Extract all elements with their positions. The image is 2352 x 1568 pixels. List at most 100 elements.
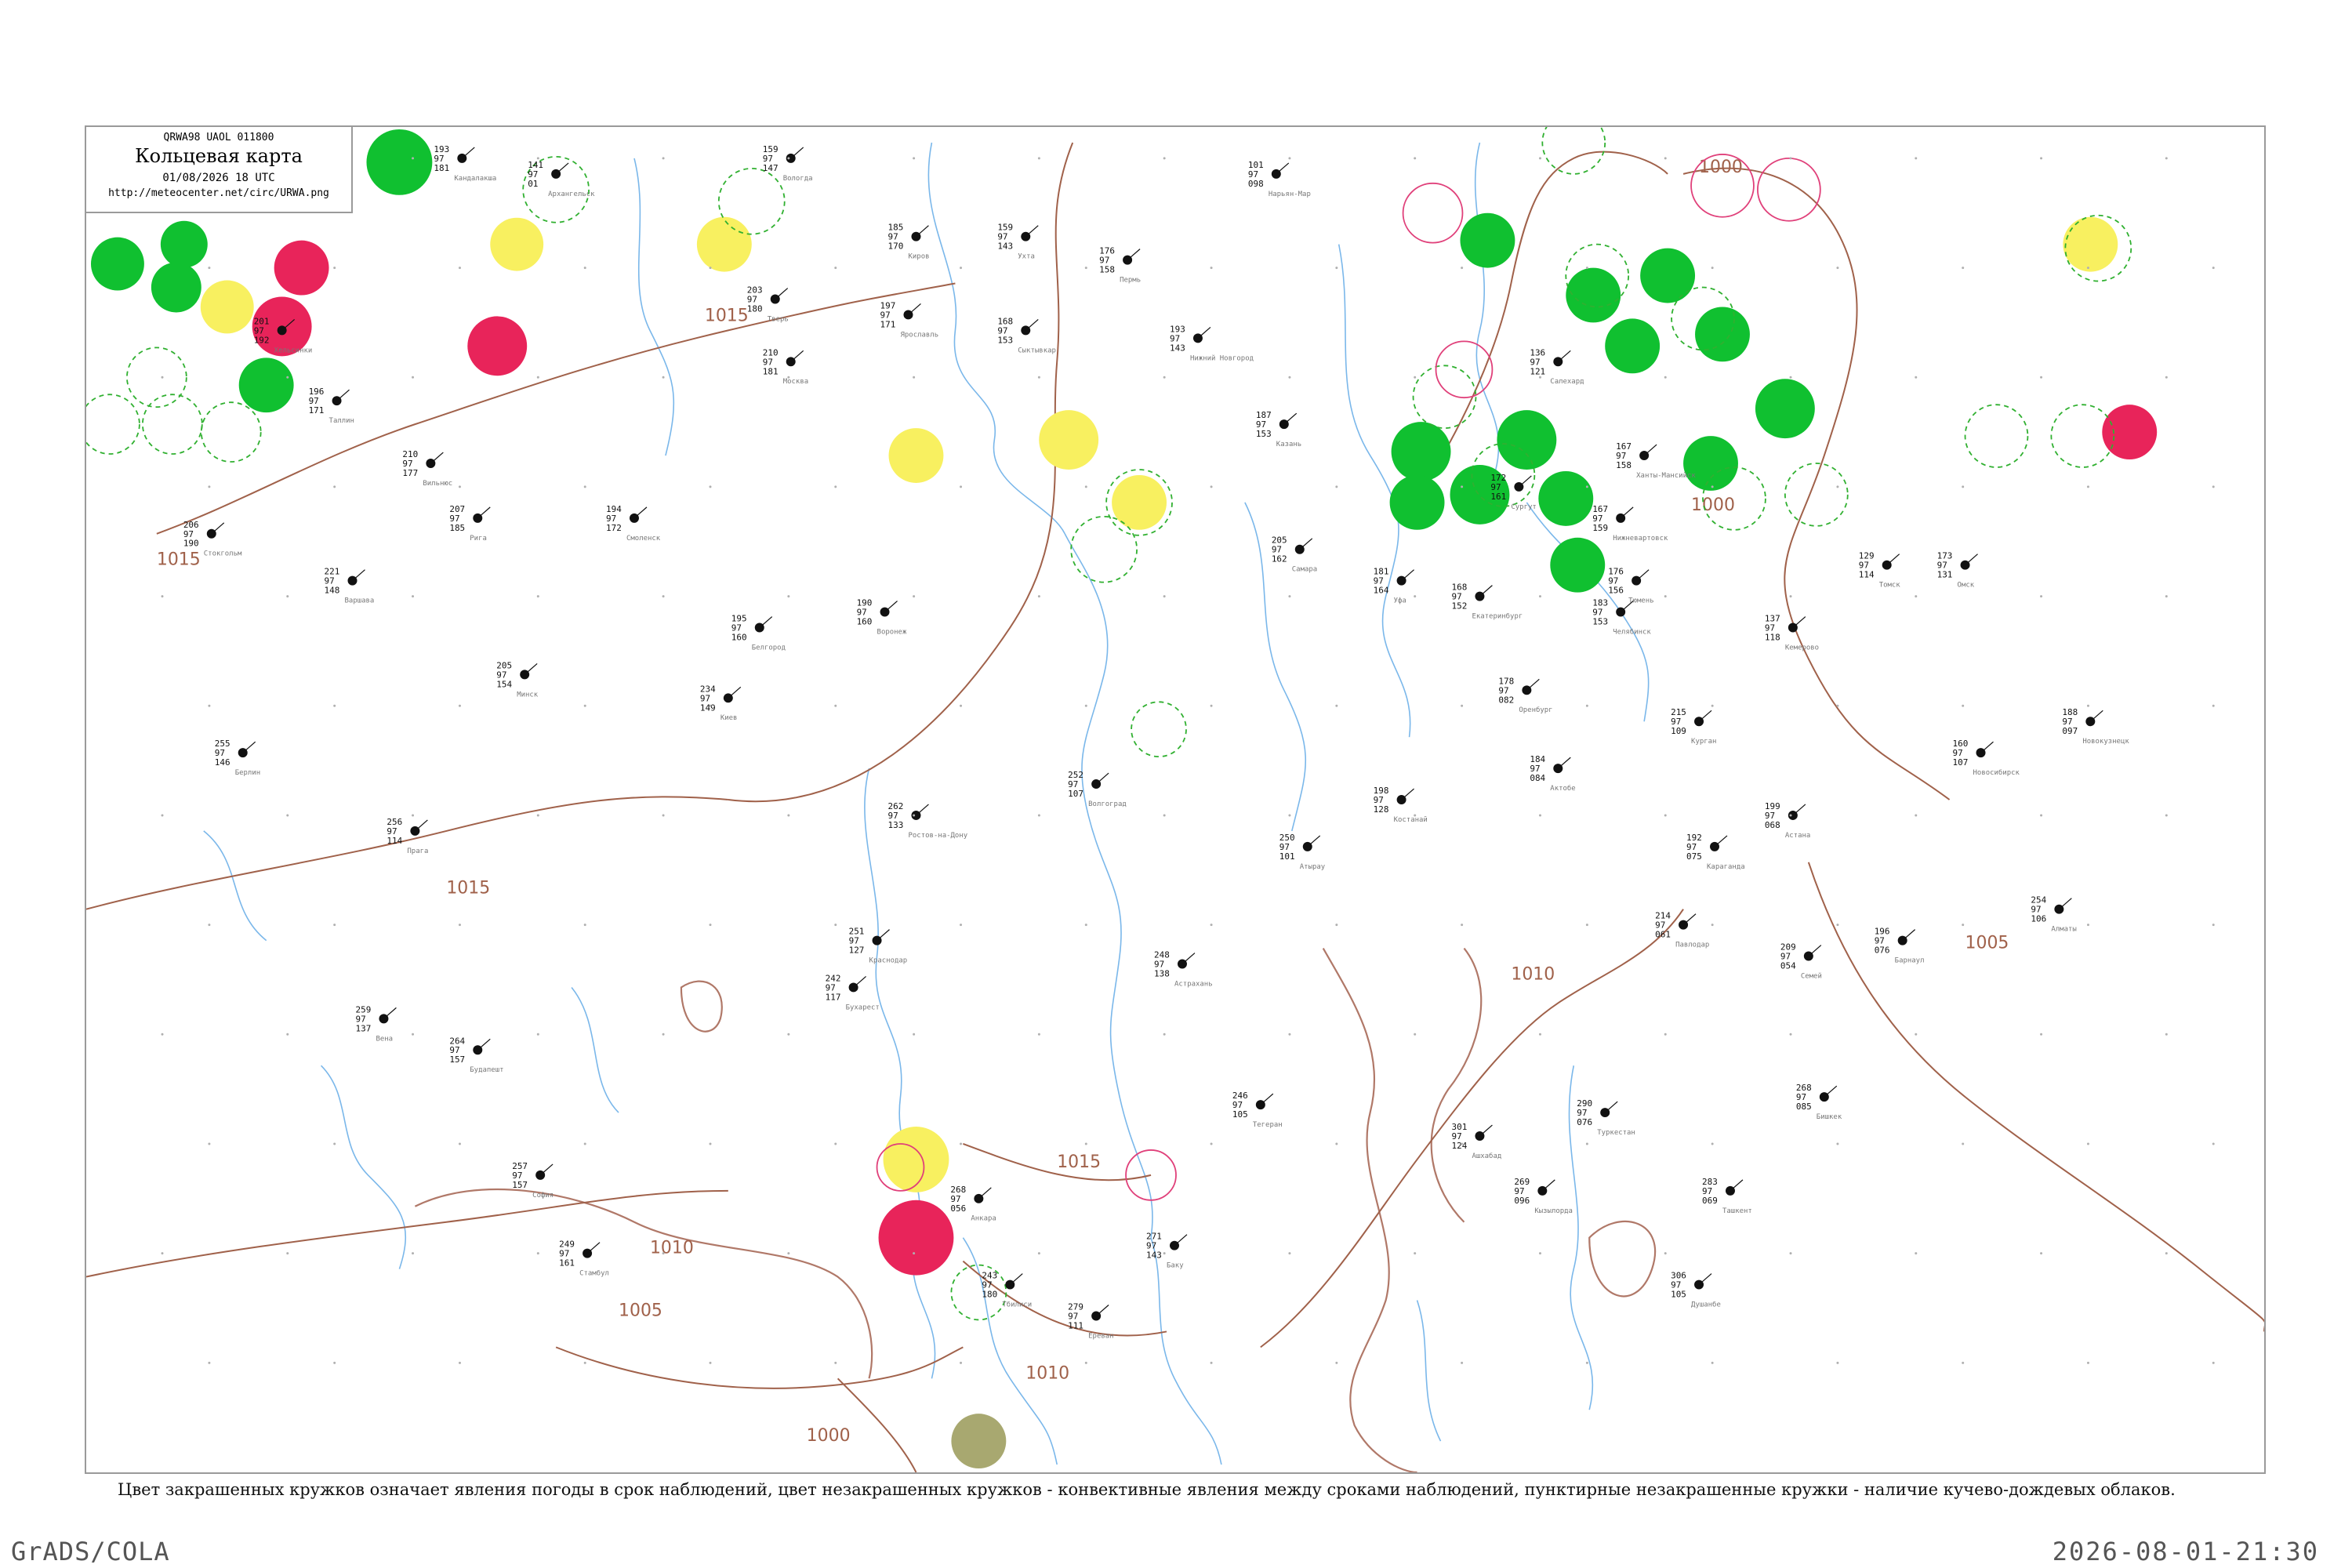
station-plot[interactable]: 17697158Пермь xyxy=(1099,246,1141,285)
station-plot[interactable]: 17397131Омск xyxy=(1937,551,1978,590)
station-plot[interactable]: 19697076Барнаул xyxy=(1875,927,1925,965)
weather-circle-red xyxy=(274,240,329,296)
station-plot[interactable]: 19297075Караганда xyxy=(1686,833,1745,871)
wind-barb-icon xyxy=(586,1242,601,1254)
station-plot[interactable]: 19597160Белгород xyxy=(731,614,786,652)
station-plot[interactable]: 17697156Тюмень xyxy=(1608,567,1653,605)
station-plot[interactable]: 18797153Казань xyxy=(1256,410,1301,448)
station-plot[interactable]: 25497106Алматы xyxy=(2031,895,2076,934)
station-plot[interactable]: 15997143Ухта xyxy=(997,223,1039,261)
station-plot[interactable]: 18597170Киров xyxy=(888,223,930,261)
station-dewpoint: 117 xyxy=(826,992,841,1002)
station-plot[interactable]: 24297117Бухарест xyxy=(826,973,880,1011)
station-plot[interactable]: 19397181Кандалакша xyxy=(434,144,496,183)
station-plot[interactable]: 25997137Вена xyxy=(356,1004,397,1043)
station-plot[interactable]: 19397143Нижний Новгород xyxy=(1170,324,1254,362)
station-plot[interactable]: 26897085Бишкек xyxy=(1796,1083,1842,1121)
station-plot[interactable]: 10197098Нарьян-Мар xyxy=(1248,160,1311,198)
station-plot[interactable]: 12997114Томск xyxy=(1859,551,1901,590)
synoptic-map[interactable]: 1015 1015 1015 1015 1010 1010 1010 1005 … xyxy=(86,127,2264,1472)
grid-dot xyxy=(1084,485,1087,488)
station-plot[interactable]: 25097101Атырау xyxy=(1279,833,1326,871)
station-plot[interactable]: 21097181Москва xyxy=(763,347,808,386)
grid-dot xyxy=(662,157,665,160)
map-url[interactable]: http://meteocenter.net/circ/URWA.png xyxy=(86,187,351,199)
grid-dot xyxy=(1163,157,1166,160)
station-plot[interactable]: 19697171Таллин xyxy=(309,387,354,425)
station-plot[interactable]: 21497061Павлодар xyxy=(1655,911,1709,949)
station-plot[interactable]: 16797159Нижневартовск xyxy=(1592,504,1668,543)
grid-dot xyxy=(1789,1033,1792,1036)
station-plot[interactable]: 20597154Минск xyxy=(496,660,539,699)
station-plot[interactable]: 19797171Ярославль xyxy=(880,300,939,339)
station-plot[interactable]: 24397180Тбилиси xyxy=(982,1271,1032,1309)
weather-circle-yellow xyxy=(1112,474,1167,530)
station-plot[interactable]: 29097076Туркестан xyxy=(1577,1098,1635,1137)
station-plot[interactable]: 20997054Семей xyxy=(1780,942,1822,981)
station-plot[interactable]: 26497157Будапешт xyxy=(449,1036,503,1074)
grid-dot xyxy=(583,267,586,270)
station-plot[interactable]: 20597162Самара xyxy=(1272,535,1317,574)
station-name: Анкара xyxy=(971,1215,996,1223)
station-plot[interactable]: 16097107Новосибирск xyxy=(1953,739,2020,777)
station-plot[interactable]: 25297107Волгоград xyxy=(1068,770,1127,808)
station-plot[interactable]: 18497084Актобе xyxy=(1530,754,1575,793)
grid-dot xyxy=(662,595,665,598)
station-name: Тюмень xyxy=(1628,597,1653,605)
station-dewpoint: 128 xyxy=(1374,804,1389,815)
station-plot[interactable]: 26297133Ростов-на-Дону xyxy=(888,801,968,840)
station-plot[interactable]: 16897153Сыктывкар xyxy=(997,316,1056,354)
station-dewpoint: 149 xyxy=(700,702,716,713)
grid-dot xyxy=(1335,924,1338,927)
station-dewpoint: 121 xyxy=(1530,366,1545,376)
station-plot[interactable]: 25597146Берлин xyxy=(215,739,260,777)
station-plot[interactable]: 27197143Баку xyxy=(1146,1232,1188,1270)
isobar-label: 1000 xyxy=(1699,158,1743,177)
station-plot[interactable]: 13697121Салехард xyxy=(1530,347,1584,386)
station-plot[interactable]: 24897138Астрахань xyxy=(1154,950,1213,989)
station-name: Барнаул xyxy=(1895,957,1925,965)
station-plot[interactable]: 21597109Курган xyxy=(1671,707,1716,746)
grid-dot xyxy=(1461,1142,1464,1145)
station-plot[interactable]: 23497149Киев xyxy=(700,684,742,722)
station-plot[interactable]: 26997096Кызылорда xyxy=(1514,1177,1573,1215)
station-plot[interactable]: 27997111Ереван xyxy=(1068,1301,1113,1340)
grid-dot xyxy=(1789,595,1792,598)
station-plot[interactable]: 15997147Вологда xyxy=(763,144,813,183)
station-plot[interactable]: 18197164Уфа xyxy=(1374,567,1414,605)
station-dewpoint: 111 xyxy=(1068,1320,1083,1330)
station-plot[interactable]: 17897082Оренбург xyxy=(1498,676,1552,714)
station-dewpoint: 159 xyxy=(1592,523,1608,533)
grid-dot xyxy=(1915,595,1918,598)
station-plot[interactable]: 30197124Ашхабад xyxy=(1451,1122,1501,1160)
station-plot[interactable]: 1419701Архангельск xyxy=(528,160,595,198)
station-plot[interactable]: 19097160Воронеж xyxy=(857,598,907,637)
station-name: Волгоград xyxy=(1088,800,1127,808)
station-plot[interactable]: 18897097Новокузнецк xyxy=(2062,707,2129,746)
wind-barb-icon xyxy=(1635,569,1650,582)
station-plot[interactable]: 25797157София xyxy=(512,1161,554,1200)
station-plot[interactable]: 20397180Тверь xyxy=(747,285,789,324)
river xyxy=(1474,142,1500,472)
wind-barb-icon xyxy=(1980,741,1994,753)
station-plot[interactable]: 30697105Душанбе xyxy=(1671,1271,1721,1309)
grid-dot xyxy=(1962,1361,1965,1364)
station-plot[interactable]: 26897056Анкара xyxy=(950,1185,996,1223)
station-plot[interactable]: 19497172Смоленск xyxy=(606,504,661,543)
cb-circle xyxy=(1964,404,2029,468)
wind-barb-icon xyxy=(1730,1179,1744,1192)
station-plot[interactable]: 20797185Рига xyxy=(449,504,491,543)
footer-software: GrADS/COLA xyxy=(11,1537,170,1566)
station-plot[interactable]: 28397069Ташкент xyxy=(1702,1177,1752,1215)
station-plot[interactable]: 22197148Варшава xyxy=(325,567,375,605)
station-plot[interactable]: 24697105Тегеран xyxy=(1232,1091,1283,1129)
grid-dot xyxy=(2212,1142,2215,1145)
grid-dot xyxy=(1037,1033,1040,1036)
station-plot[interactable]: 19897128Костанай xyxy=(1374,786,1428,824)
station-name: Минск xyxy=(517,691,539,699)
grid-dot xyxy=(1210,924,1213,927)
station-plot[interactable]: 19997068Астана xyxy=(1765,801,1810,840)
station-plot[interactable]: 16897152Екатеринбург xyxy=(1451,583,1523,621)
station-plot[interactable]: 21097177Вильнюс xyxy=(402,449,452,488)
station-plot[interactable]: 24997161Стамбул xyxy=(559,1240,609,1278)
